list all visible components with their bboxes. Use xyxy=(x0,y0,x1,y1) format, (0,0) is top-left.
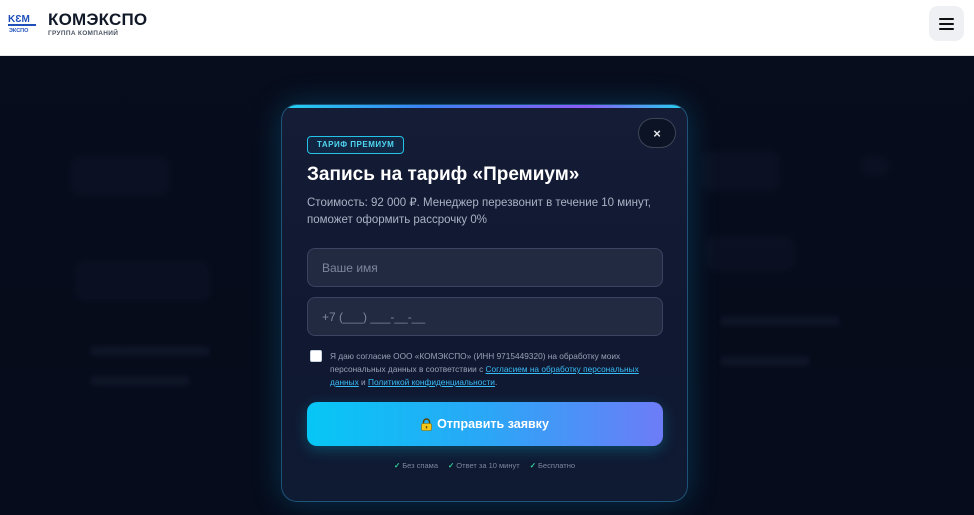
tariff-badge: ТАРИФ ПРЕМИУМ xyxy=(307,136,405,154)
close-icon: × xyxy=(653,125,661,141)
menu-button[interactable] xyxy=(929,6,964,41)
check-icon: ✓ xyxy=(448,461,455,470)
lock-icon xyxy=(421,417,432,431)
hamburger-menu-icon xyxy=(939,17,954,30)
komexpo-logo-icon[interactable]: KƐM ЭКСПО xyxy=(8,12,38,34)
modal-title: Запись на тариф «Премиум» xyxy=(307,164,580,185)
svg-text:ЭКСПО: ЭКСПО xyxy=(9,28,29,34)
phone-input[interactable] xyxy=(307,297,663,336)
signup-modal: × ТАРИФ ПРЕМИУМ Запись на тариф «Премиум… xyxy=(281,104,688,502)
privacy-policy-link[interactable]: Политикой конфиденциальности xyxy=(368,377,495,387)
consent-checkbox[interactable] xyxy=(310,350,322,362)
consent-text: Я даю согласие ООО «КОМЭКСПО» (ИНН 97154… xyxy=(330,351,639,387)
name-input[interactable] xyxy=(307,248,663,287)
perk-item: ✓ Ответ за 10 минут xyxy=(448,461,520,470)
perks-list: ✓ Без спама ✓ Ответ за 10 минут ✓ Беспла… xyxy=(282,461,687,470)
modal-accent-bar xyxy=(282,105,687,108)
check-icon: ✓ xyxy=(393,461,401,470)
submit-button[interactable]: Отправить заявку xyxy=(307,402,663,446)
brand-subtitle: ГРУППА КОМПАНИЙ xyxy=(48,30,119,37)
svg-text:KƐM: KƐM xyxy=(8,14,30,25)
modal-description: Стоимость: 92 000 ₽. Менеджер перезвонит… xyxy=(307,197,651,226)
check-icon: ✓ xyxy=(529,461,536,470)
perk-item: ✓ Бесплатно xyxy=(529,461,576,470)
perk-item: ✓ Без спама xyxy=(393,461,438,470)
submit-label: Отправить заявку xyxy=(437,417,549,431)
brand-name[interactable]: КОМЭКСПО xyxy=(48,10,147,30)
site-header: KƐM ЭКСПО КОМЭКСПО ГРУППА КОМПАНИЙ xyxy=(0,0,974,56)
close-button[interactable]: × xyxy=(638,118,676,148)
